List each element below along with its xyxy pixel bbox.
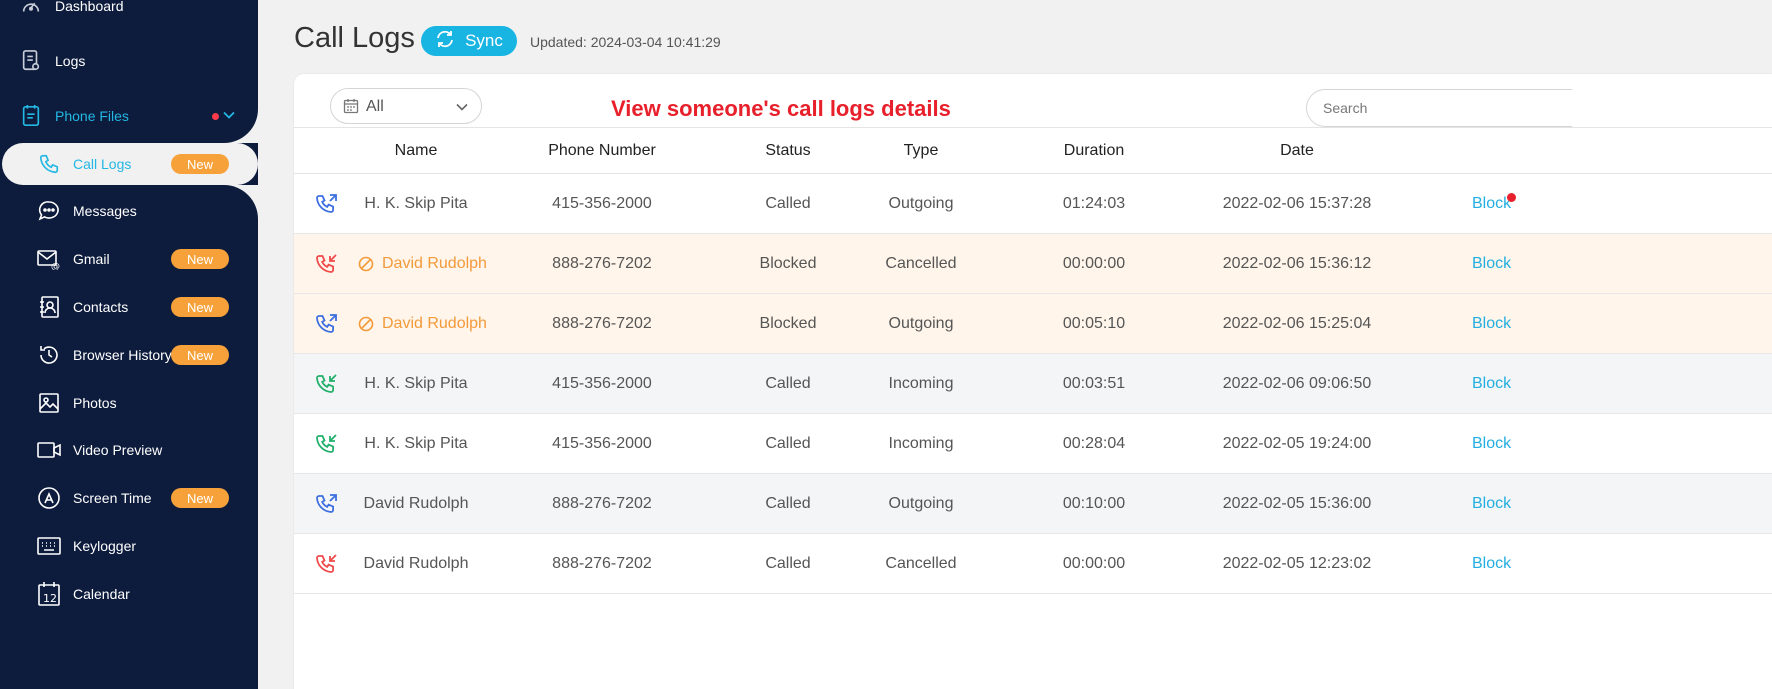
cell-name: David Rudolph <box>382 315 487 332</box>
blocked-icon <box>358 256 374 272</box>
cell-date: 2022-02-05 19:24:00 <box>1222 435 1372 452</box>
column-header-name: Name <box>394 142 438 159</box>
cell-date: 2022-02-06 15:36:12 <box>1222 255 1372 272</box>
cell-phone: 888-276-7202 <box>552 255 652 272</box>
table-row: David Rudolph 888-276-7202 Blocked Outgoing… <box>294 294 1772 354</box>
incoming-call-icon <box>315 372 339 396</box>
notification-dot <box>1507 193 1516 202</box>
cell-name: H. K. Skip Pita <box>364 375 468 392</box>
cell-phone: 415-356-2000 <box>552 435 652 452</box>
cell-date: 2022-02-05 12:23:02 <box>1222 555 1372 572</box>
sync-icon <box>435 30 455 53</box>
cell-status: Called <box>765 195 811 212</box>
cell-type: Outgoing <box>888 195 954 212</box>
block-link[interactable]: Block <box>1472 234 1511 294</box>
cell-type: Outgoing <box>888 315 954 332</box>
cell-phone: 415-356-2000 <box>552 195 652 212</box>
cell-duration: 00:10:00 <box>1062 495 1126 512</box>
date-filter-value: All <box>366 98 384 115</box>
incoming-call-icon <box>315 432 339 456</box>
block-link[interactable]: Block <box>1472 174 1511 234</box>
cell-status: Blocked <box>759 315 817 332</box>
date-filter-select[interactable]: All <box>330 88 482 124</box>
call-logs-card: All View someone's call logs details Nam… <box>294 74 1772 689</box>
cell-name: David Rudolph <box>363 555 469 572</box>
sync-label: Sync <box>465 31 503 50</box>
cell-phone: 888-276-7202 <box>552 315 652 332</box>
column-header-type: Type <box>903 142 939 159</box>
cell-name: David Rudolph <box>363 495 469 512</box>
table-row: H. K. Skip Pita 415-356-2000 Called Incomin… <box>294 414 1772 474</box>
column-header-status: Status <box>765 142 811 159</box>
cell-name: H. K. Skip Pita <box>364 435 468 452</box>
cell-duration: 01:24:03 <box>1062 195 1126 212</box>
cell-status: Called <box>765 555 811 572</box>
cell-type: Cancelled <box>885 255 957 272</box>
outgoing-call-icon <box>315 492 339 516</box>
cell-type: Outgoing <box>888 495 954 512</box>
cell-date: 2022-02-06 15:25:04 <box>1222 315 1372 332</box>
missed-call-icon <box>315 252 339 276</box>
cell-status: Blocked <box>759 255 817 272</box>
table-row: David Rudolph 888-276-7202 Blocked Cancelle… <box>294 234 1772 294</box>
column-header-phone: Phone Number <box>548 142 656 159</box>
block-link[interactable]: Block <box>1472 474 1511 534</box>
outgoing-call-icon <box>315 312 339 336</box>
cell-name: H. K. Skip Pita <box>364 195 468 212</box>
table-row: H. K. Skip Pita 415-356-2000 Called Outgoin… <box>294 174 1772 234</box>
cell-duration: 00:28:04 <box>1062 435 1126 452</box>
cell-date: 2022-02-06 09:06:50 <box>1222 375 1372 392</box>
block-link[interactable]: Block <box>1472 534 1511 594</box>
cell-type: Incoming <box>888 375 954 392</box>
cell-date: 2022-02-05 15:36:00 <box>1222 495 1372 512</box>
cell-duration: 00:05:10 <box>1062 315 1126 332</box>
main-content: Call Logs Sync Updated: 2024-03-04 10:41… <box>0 0 1772 689</box>
cell-name: David Rudolph <box>382 255 487 272</box>
cell-duration: 00:03:51 <box>1062 375 1126 392</box>
cell-type: Incoming <box>888 435 954 452</box>
outgoing-call-icon <box>315 192 339 216</box>
block-link[interactable]: Block <box>1472 414 1511 474</box>
cell-date: 2022-02-06 15:37:28 <box>1222 195 1372 212</box>
blocked-icon <box>358 316 374 332</box>
missed-call-icon <box>315 552 339 576</box>
calendar-icon <box>343 98 359 119</box>
cell-status: Called <box>765 495 811 512</box>
page-title: Call Logs <box>294 22 415 54</box>
block-link[interactable]: Block <box>1472 294 1511 354</box>
chevron-down-icon <box>455 100 469 119</box>
promo-caption: View someone's call logs details <box>611 96 951 121</box>
table-header: Name Phone Number Status Type Duration D… <box>294 127 1772 174</box>
cell-phone: 888-276-7202 <box>552 495 652 512</box>
cell-duration: 00:00:00 <box>1062 555 1126 572</box>
sync-button[interactable]: Sync <box>421 26 517 56</box>
table-row: David Rudolph 888-276-7202 Called Cancelled… <box>294 534 1772 594</box>
block-link[interactable]: Block <box>1472 354 1511 414</box>
cell-phone: 415-356-2000 <box>552 375 652 392</box>
search-input[interactable] <box>1306 89 1572 127</box>
cell-duration: 00:00:00 <box>1062 255 1126 272</box>
column-header-duration: Duration <box>1063 142 1125 159</box>
updated-timestamp: Updated: 2024-03-04 10:41:29 <box>530 34 721 50</box>
column-header-date: Date <box>1280 142 1314 159</box>
table-row: David Rudolph 888-276-7202 Called Outgoing 0… <box>294 474 1772 534</box>
cell-status: Called <box>765 435 811 452</box>
table-row: H. K. Skip Pita 415-356-2000 Called Incomin… <box>294 354 1772 414</box>
cell-phone: 888-276-7202 <box>552 555 652 572</box>
cell-type: Cancelled <box>885 555 957 572</box>
cell-status: Called <box>765 375 811 392</box>
